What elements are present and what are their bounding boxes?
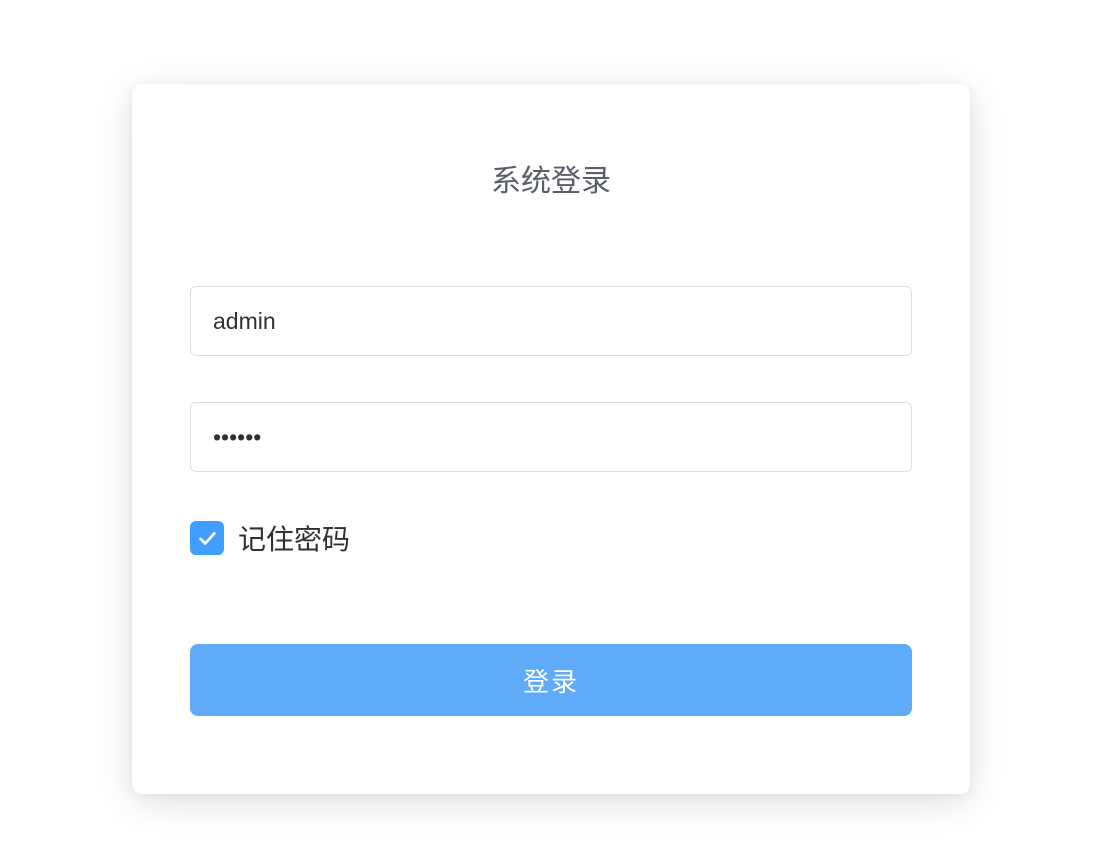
remember-row: 记住密码 (190, 518, 912, 558)
password-field (190, 402, 912, 472)
password-input[interactable] (190, 402, 912, 472)
remember-checkbox[interactable] (190, 521, 224, 555)
username-input[interactable] (190, 286, 912, 356)
login-card: 系统登录 记住密码 登录 (132, 84, 970, 794)
login-button[interactable]: 登录 (190, 644, 912, 716)
check-icon (196, 527, 218, 549)
login-title: 系统登录 (190, 156, 912, 200)
remember-label: 记住密码 (238, 518, 350, 558)
username-field (190, 286, 912, 356)
